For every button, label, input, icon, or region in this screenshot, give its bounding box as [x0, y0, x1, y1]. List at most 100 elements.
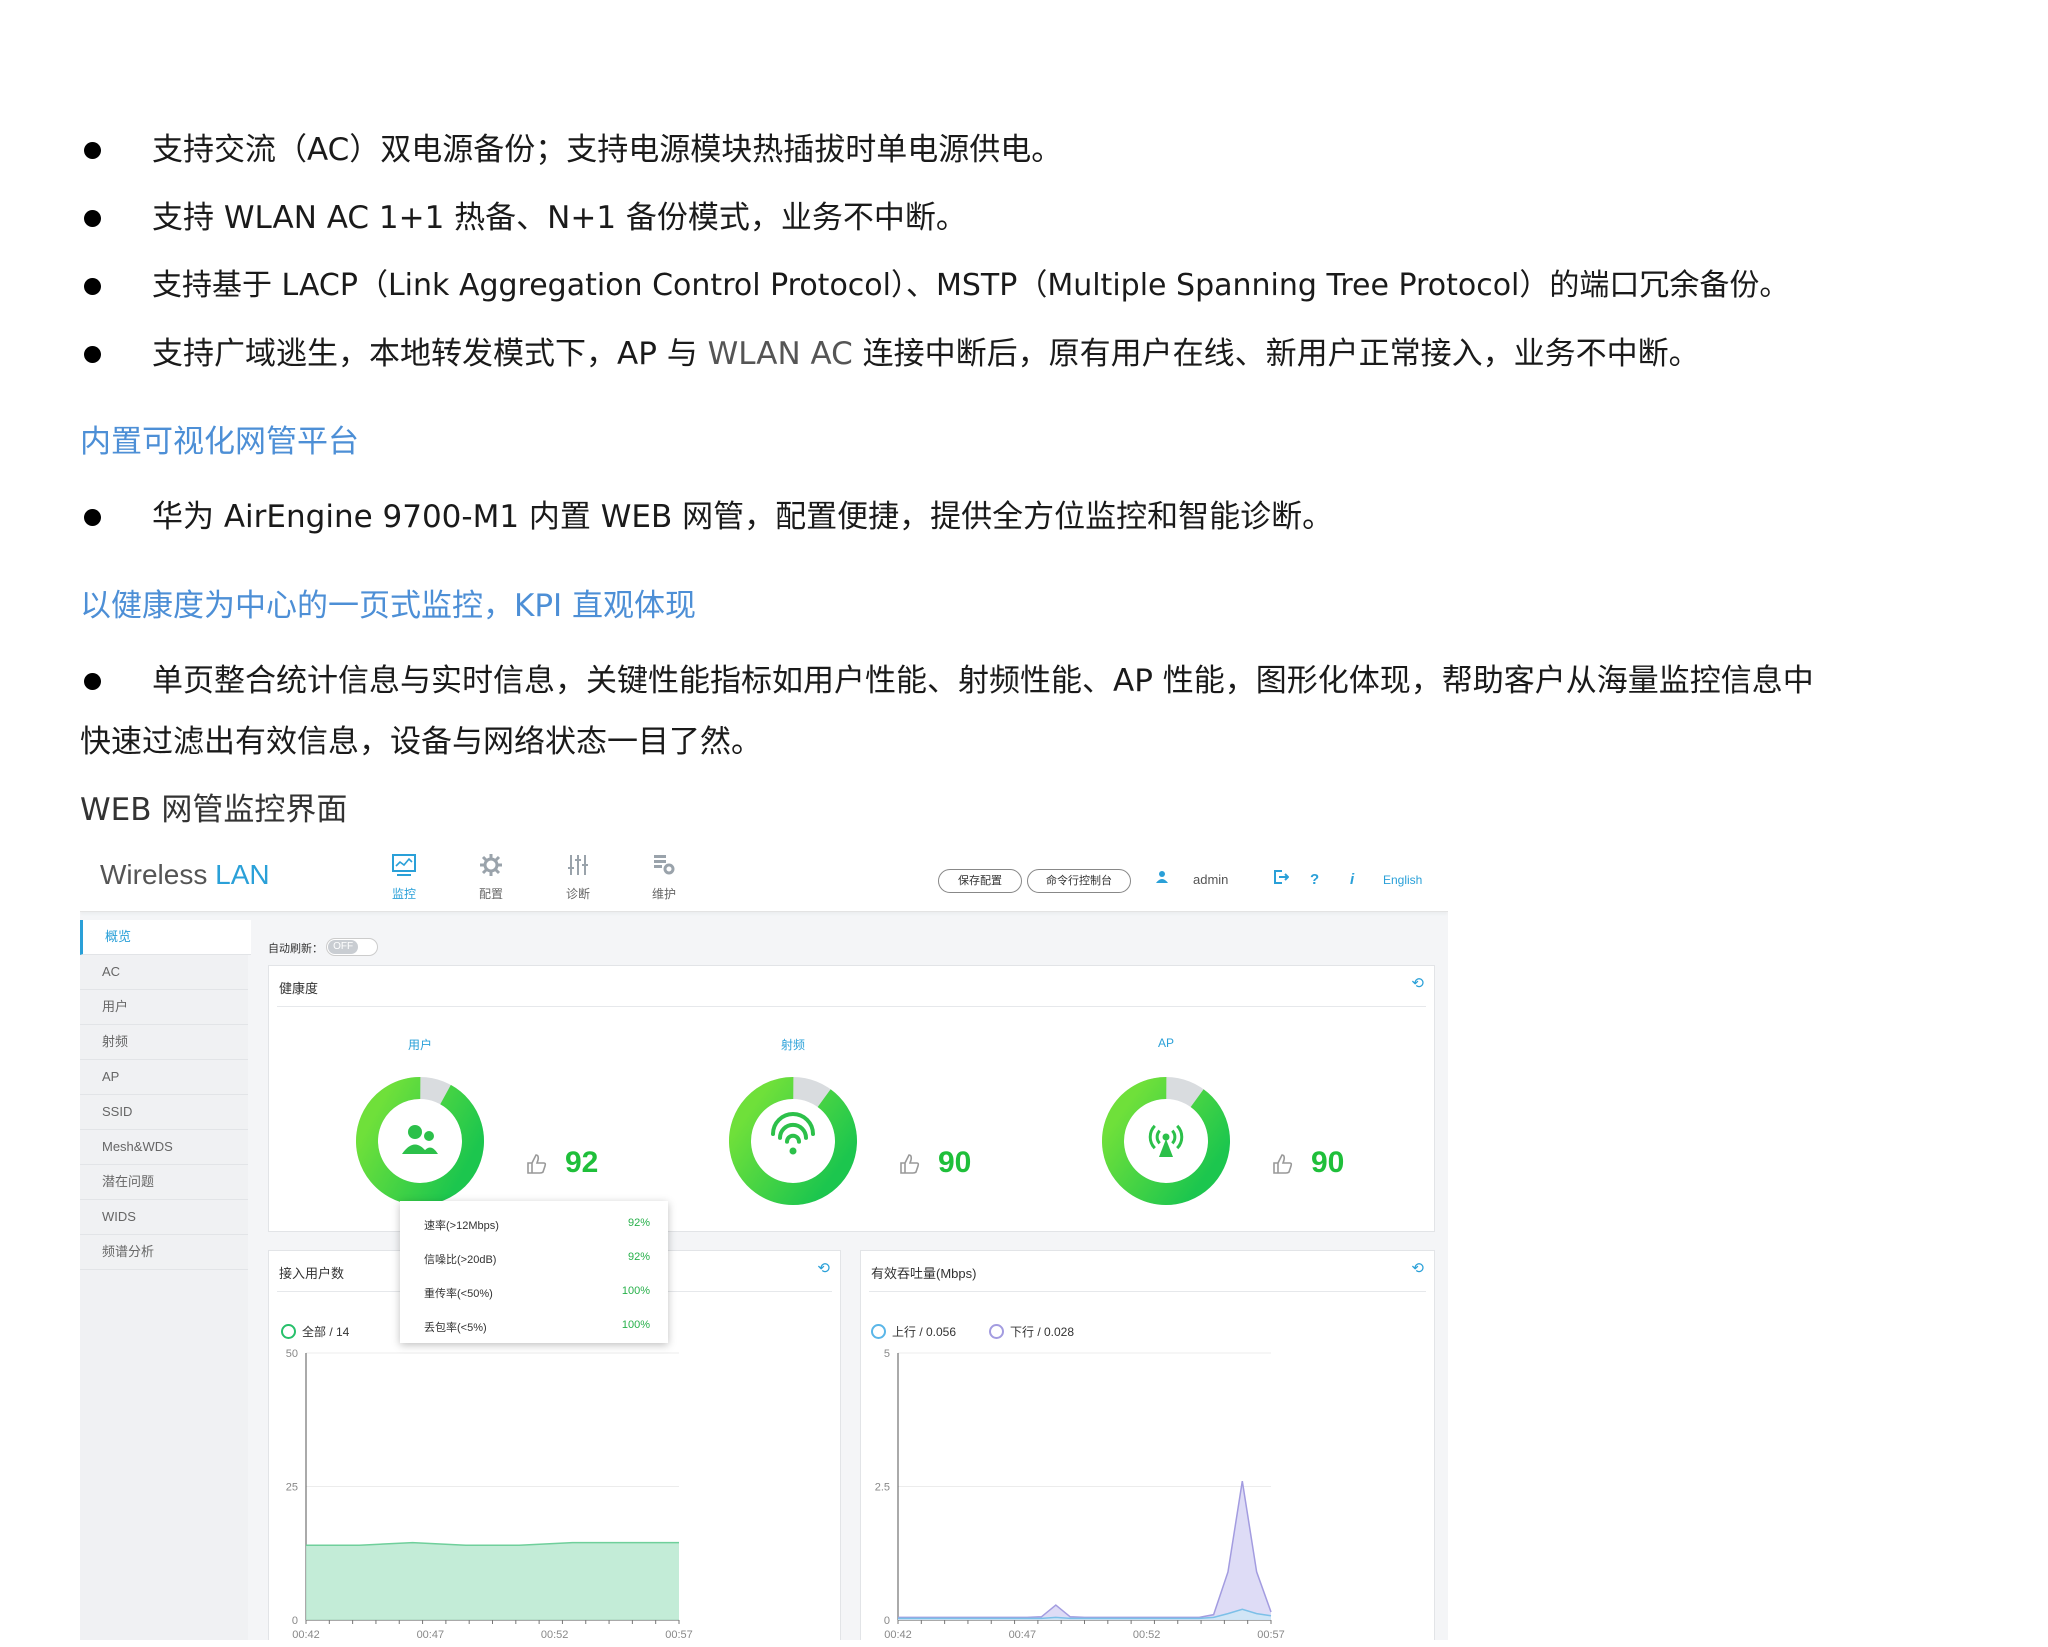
top-bar: Wireless LAN 监控 配置 诊断 维护 保存配置 命令行控制台 adm…: [80, 845, 1448, 912]
bullet-text: 支持交流（AC）双电源备份；支持电源模块热插拔时单电源供电。: [152, 132, 1063, 168]
toggle-off-label: OFF: [328, 940, 359, 954]
monitor-icon: [374, 853, 434, 885]
maintenance-icon: [634, 853, 694, 885]
bullet-text-gray: WLAN AC: [707, 336, 853, 372]
bullet-dot: [84, 210, 101, 227]
tooltip-label: 速率(>12Mbps): [424, 1220, 499, 1232]
bullet-text: 支持 WLAN AC 1+1 热备、N+1 备份模式，业务不中断。: [152, 200, 967, 236]
sidebar-item[interactable]: 概览: [80, 920, 251, 955]
health-panel: 健康度 ⟲ 用户 射频 AP 92 90 90: [268, 965, 1435, 1232]
bullet-text: 单页整合统计信息与实时信息，关键性能指标如用户性能、射频性能、AP 性能，图形化…: [152, 663, 1814, 699]
bullet-text: 支持基于 LACP（Link Aggregation Control Proto…: [152, 268, 1790, 303]
sidebar-item[interactable]: 射频: [80, 1025, 248, 1060]
sidebar-item-label: 概览: [105, 929, 132, 944]
x-tick-label: 00:52: [1133, 1629, 1161, 1640]
gauge-title-user: 用户: [407, 1038, 432, 1052]
bullet-text-pre: 支持广域逃生，本地转发模式下，AP 与: [152, 336, 708, 372]
nav-label: 维护: [651, 887, 676, 901]
thumbs-up-icon: [1271, 1152, 1295, 1182]
thumbs-up-icon: [525, 1152, 549, 1182]
y-tick-label: 5: [884, 1348, 890, 1360]
figure-caption: WEB 网管监控界面: [80, 792, 348, 828]
nav-label: 监控: [391, 887, 416, 901]
brand-lan: LAN: [215, 859, 270, 890]
sidebar-item-label: WIDS: [102, 1209, 136, 1224]
nav-monitor[interactable]: 监控: [374, 853, 434, 902]
tooltip-value: 100%: [621, 1319, 650, 1331]
sidebar-item[interactable]: SSID: [80, 1095, 248, 1130]
tooltip-row: 丢包率(<5%) 100%: [424, 1319, 660, 1335]
gauge-title-ap: AP: [1157, 1036, 1174, 1050]
gauge-title-radio: 射频: [780, 1038, 805, 1052]
users-icon-part: [424, 1131, 434, 1141]
tooltip-value: 100%: [621, 1285, 650, 1297]
sidebar-item[interactable]: WIDS: [80, 1200, 248, 1235]
y-tick-label: 25: [286, 1482, 298, 1494]
bullet-dot: [84, 509, 101, 526]
language-link[interactable]: English: [1383, 869, 1422, 891]
tooltip-row: 重传率(<50%) 100%: [424, 1285, 660, 1301]
auto-refresh-toggle[interactable]: OFF: [326, 938, 379, 956]
series-line: [898, 1481, 1272, 1619]
nav-label: 配置: [478, 887, 503, 901]
gauge-users: [356, 1077, 484, 1205]
logout-icon[interactable]: [1273, 869, 1290, 892]
section-heading: 内置可视化网管平台: [80, 424, 359, 460]
sidebar-item[interactable]: Mesh&WDS: [80, 1130, 248, 1165]
sidebar-item[interactable]: AC: [80, 955, 248, 990]
x-tick-label: 00:42: [884, 1629, 912, 1640]
username[interactable]: admin: [1193, 869, 1228, 891]
thumbs-up-icon: [898, 1152, 922, 1182]
y-tick-label: 2.5: [875, 1482, 890, 1494]
x-tick-label: 00:47: [417, 1629, 445, 1640]
bullet-dot: [84, 346, 101, 363]
sidebar-item-label: AP: [102, 1069, 120, 1084]
sidebar-item-label: 用户: [102, 999, 129, 1014]
save-config-button[interactable]: 保存配置: [938, 869, 1022, 893]
y-tick-label: 50: [286, 1348, 298, 1360]
sidebar-item[interactable]: 潜在问题: [80, 1165, 248, 1200]
brand-wireless: Wireless: [100, 859, 208, 890]
info-icon[interactable]: i: [1350, 869, 1354, 891]
throughput-panel: 有效吞吐量(Mbps) ⟲ 上行 / 0.056 下行 / 0.028 0 2.5…: [860, 1250, 1435, 1640]
auto-refresh-label: 自动刷新：: [268, 943, 323, 955]
y-tick-label: 0: [292, 1615, 298, 1627]
gauge-antenna: [1102, 1077, 1230, 1205]
antenna-icon-dot: [1162, 1133, 1170, 1141]
sidebar-item[interactable]: 用户: [80, 990, 248, 1025]
radio-score: 90: [938, 1146, 972, 1179]
y-tick-label: 0: [884, 1615, 890, 1627]
gauge-wifi: [729, 1077, 857, 1205]
auto-refresh: 自动刷新： OFF: [268, 938, 379, 956]
bullet-text-post: 连接中断后，原有用户在线、新用户正常接入，业务不中断。: [852, 336, 1700, 372]
x-tick-label: 00:42: [292, 1629, 320, 1640]
x-tick-label: 00:57: [1257, 1629, 1285, 1640]
sidebar-item[interactable]: 频谱分析: [80, 1235, 248, 1270]
x-tick-label: 00:57: [665, 1629, 693, 1640]
series-area: [306, 1542, 679, 1620]
nav-diagnose[interactable]: 诊断: [548, 853, 608, 902]
sidebar-item-label: 射频: [102, 1034, 129, 1049]
cli-console-button[interactable]: 命令行控制台: [1027, 869, 1131, 893]
series-area: [898, 1481, 1271, 1620]
bullet-dot: [84, 278, 101, 295]
sidebar-item[interactable]: AP: [80, 1060, 248, 1095]
sliders-icon: [548, 853, 608, 885]
x-tick-label: 00:52: [541, 1629, 569, 1640]
ap-score: 90: [1311, 1146, 1345, 1179]
health-gauges: [356, 1077, 1230, 1205]
sidebar-item-label: 频谱分析: [102, 1244, 155, 1259]
tooltip-row: 信噪比(>20dB) 92%: [424, 1251, 660, 1267]
section-heading: 以健康度为中心的一页式监控，KPI 直观体现: [80, 588, 697, 624]
sidebar-item-label: AC: [102, 964, 121, 979]
bullet-dot: [84, 673, 101, 690]
user-health-tooltip: 速率(>12Mbps) 92% 信噪比(>20dB) 92% 重传率(<50%) 10…: [400, 1201, 668, 1343]
sidebar-item-label: 潜在问题: [102, 1174, 155, 1189]
tooltip-value: 92%: [627, 1217, 650, 1229]
nav-maintain[interactable]: 维护: [634, 853, 694, 902]
tooltip-label: 重传率(<50%): [424, 1288, 493, 1300]
nav-config[interactable]: 配置: [461, 853, 521, 902]
gear-icon: [461, 853, 521, 885]
help-icon[interactable]: ?: [1310, 869, 1319, 891]
nav-label: 诊断: [565, 887, 590, 901]
